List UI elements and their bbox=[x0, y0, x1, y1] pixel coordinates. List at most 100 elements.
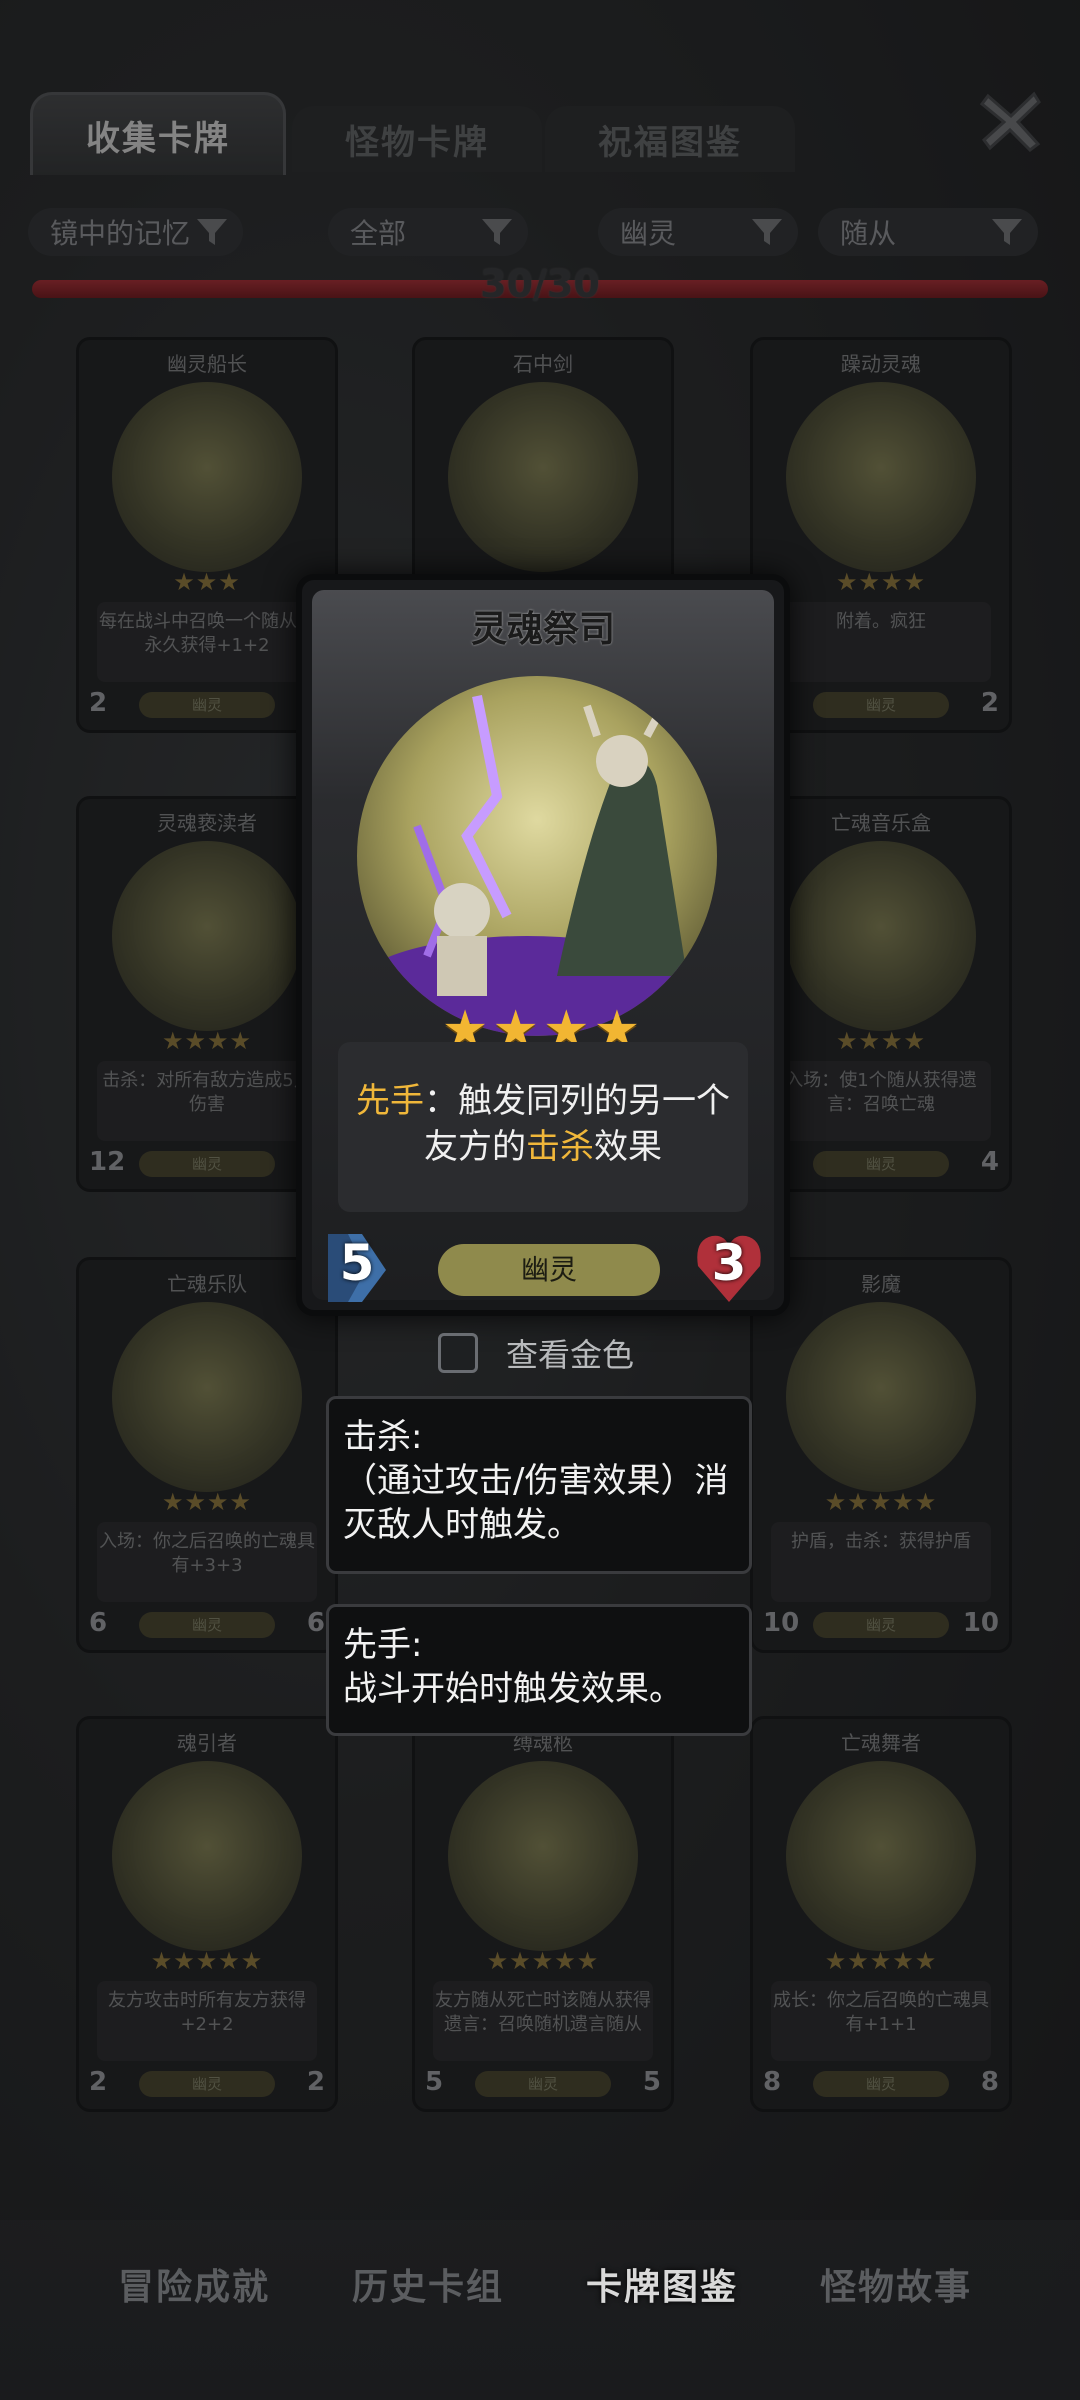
nav-monster-stories[interactable]: 怪物故事 bbox=[820, 2258, 972, 2310]
card-attack: 2 bbox=[89, 2067, 108, 2097]
card-stars: ★★★★ bbox=[835, 1027, 927, 1055]
health-value: 3 bbox=[711, 1234, 747, 1292]
card-attack: 6 bbox=[89, 1608, 108, 1638]
view-gold-label: 查看金色 bbox=[506, 1336, 635, 1374]
checkbox[interactable] bbox=[438, 1333, 478, 1373]
tooltip-body: 战斗开始时触发效果。 bbox=[343, 1669, 683, 1709]
tab-blessing-codex[interactable]: 祝福图鉴 bbox=[545, 106, 795, 172]
card-health: 6 bbox=[306, 1608, 325, 1638]
card-health: 5 bbox=[642, 2067, 661, 2097]
card-stars: ★★★★★ bbox=[150, 1947, 264, 1975]
card-health: 2 bbox=[306, 2067, 325, 2097]
card-health: 2 bbox=[980, 688, 999, 718]
card-description: 成长：你之后召唤的亡魂具有+1+1 bbox=[771, 1981, 991, 2061]
featured-card-description: 先手：触发同列的另一个友方的击杀效果 bbox=[338, 1042, 748, 1212]
filter-tribe[interactable]: 幽灵 bbox=[598, 208, 798, 256]
nav-card-codex[interactable]: 卡牌图鉴 bbox=[586, 2258, 738, 2310]
card-name: 亡魂音乐盒 bbox=[831, 811, 931, 835]
card-description: 友方随从死亡时该随从获得遗言：召唤随机遗言随从 bbox=[433, 1981, 653, 2061]
card-art bbox=[112, 841, 302, 1031]
tooltip-body: （通过攻击/伤害效果）消灭敌人时触发。 bbox=[343, 1461, 729, 1545]
card-health: 10 bbox=[962, 1608, 999, 1638]
card-art bbox=[112, 1302, 302, 1492]
funnel-icon bbox=[752, 219, 782, 245]
tooltip-title: 先手: bbox=[343, 1625, 423, 1665]
collection-card[interactable]: 影魔 ★★★★★ 护盾，击杀：获得护盾幽灵 10 10 bbox=[750, 1257, 1012, 1653]
card-name: 亡魂舞者 bbox=[841, 1731, 921, 1755]
card-health: 4 bbox=[980, 1147, 999, 1177]
filter-set-label: 镜中的记忆 bbox=[50, 217, 191, 250]
card-name: 魂引者 bbox=[177, 1731, 237, 1755]
keyword-first-strike: 先手 bbox=[356, 1081, 424, 1121]
tab-monster-cards[interactable]: 怪物卡牌 bbox=[292, 106, 542, 172]
card-tribe-tag: 幽灵 bbox=[813, 1612, 949, 1638]
card-name: 躁动灵魂 bbox=[841, 352, 921, 376]
featured-card-name: 灵魂祭司 bbox=[470, 609, 615, 650]
keyword-tooltip-kill: 击杀: （通过攻击/伤害效果）消灭敌人时触发。 bbox=[326, 1396, 752, 1574]
collection-card[interactable]: 魂引者 ★★★★★ 友方攻击时所有友方获得+2+2 幽灵 2 2 bbox=[76, 1716, 338, 2112]
filter-type-label: 随从 bbox=[840, 217, 897, 250]
card-stars: ★★★★★ bbox=[824, 1947, 938, 1975]
card-description: 入场：你之后召唤的亡魂具有+3+3 bbox=[97, 1522, 317, 1602]
card-stars: ★★★★★ bbox=[486, 1947, 600, 1975]
close-icon[interactable] bbox=[976, 86, 1046, 156]
funnel-icon bbox=[482, 219, 512, 245]
collection-card[interactable]: 亡魂乐队 ★★★★ 入场：你之后召唤的亡魂具有+3+3 幽灵 6 6 bbox=[76, 1257, 338, 1653]
card-tribe-tag: 幽灵 bbox=[813, 2071, 949, 2097]
featured-card[interactable]: 灵魂祭司 ★★★★ 先手：触发同列的另一个友方的击杀效果 5 幽灵 3 bbox=[296, 574, 790, 1316]
card-tribe-tag: 幽灵 bbox=[139, 1151, 275, 1177]
funnel-icon bbox=[992, 219, 1022, 245]
card-tribe-tag: 幽灵 bbox=[475, 2071, 611, 2097]
collection-card[interactable]: 缚魂柩 ★★★★★ 友方随从死亡时该随从获得遗言：召唤随机遗言随从 幽灵 5 5 bbox=[412, 1716, 674, 2112]
card-tribe-tag: 幽灵 bbox=[139, 692, 275, 718]
card-tribe-tag: 幽灵 bbox=[139, 2071, 275, 2097]
tooltip-title: 击杀: bbox=[343, 1417, 423, 1457]
card-art bbox=[112, 1761, 302, 1951]
card-name: 影魔 bbox=[861, 1272, 901, 1296]
card-description: 每在战斗中召唤一个随从，永久获得+1+2 bbox=[97, 602, 317, 682]
card-tribe-tag: 幽灵 bbox=[813, 692, 949, 718]
keyword-tooltip-first-strike: 先手: 战斗开始时触发效果。 bbox=[326, 1604, 752, 1736]
nav-adventure-achievements[interactable]: 冒险成就 bbox=[118, 2258, 270, 2310]
card-description: 友方攻击时所有友方获得+2+2 bbox=[97, 1981, 317, 2061]
featured-card-tribe-tag: 幽灵 bbox=[438, 1244, 660, 1296]
card-attack: 8 bbox=[763, 2067, 782, 2097]
featured-card-health: 3 bbox=[694, 1230, 764, 1306]
card-health: 8 bbox=[980, 2067, 999, 2097]
filter-type[interactable]: 随从 bbox=[818, 208, 1038, 256]
bottom-nav: 冒险成就 历史卡组 卡牌图鉴 怪物故事 bbox=[0, 2220, 1080, 2400]
view-gold-toggle[interactable]: 查看金色 bbox=[438, 1330, 678, 1376]
card-art bbox=[786, 1302, 976, 1492]
card-description: 附着。疯狂 bbox=[771, 602, 991, 682]
attack-value: 5 bbox=[339, 1234, 375, 1292]
card-description: 护盾，击杀：获得护盾 bbox=[771, 1522, 991, 1602]
filter-set[interactable]: 镜中的记忆 bbox=[28, 208, 243, 256]
card-tribe-tag: 幽灵 bbox=[813, 1151, 949, 1177]
filter-rarity[interactable]: 全部 bbox=[328, 208, 528, 256]
card-art bbox=[786, 841, 976, 1031]
card-art bbox=[448, 382, 638, 572]
tab-collect-cards[interactable]: 收集卡牌 bbox=[30, 92, 286, 175]
card-stars: ★★★★ bbox=[161, 1488, 253, 1516]
featured-card-attack: 5 bbox=[322, 1230, 392, 1306]
card-stars: ★★★★★ bbox=[824, 1488, 938, 1516]
card-attack: 2 bbox=[89, 688, 108, 718]
desc-text-2: 效果 bbox=[594, 1127, 662, 1167]
tab-bar: 收集卡牌 怪物卡牌 祝福图鉴 bbox=[30, 92, 795, 175]
card-art bbox=[112, 382, 302, 572]
card-art bbox=[786, 1761, 976, 1951]
funnel-icon bbox=[197, 219, 227, 245]
featured-card-art bbox=[357, 676, 717, 1036]
card-attack: 5 bbox=[425, 2067, 444, 2097]
nav-deck-history[interactable]: 历史卡组 bbox=[352, 2258, 504, 2310]
keyword-kill: 击杀 bbox=[526, 1127, 594, 1167]
collection-card[interactable]: 亡魂舞者 ★★★★★ 成长：你之后召唤的亡魂具有+1+1 幽灵 8 8 bbox=[750, 1716, 1012, 2112]
card-tribe-tag: 幽灵 bbox=[139, 1612, 275, 1638]
filter-tribe-label: 幽灵 bbox=[620, 217, 677, 250]
collection-progress-text: 30/30 bbox=[480, 262, 600, 306]
card-attack: 10 bbox=[763, 1608, 800, 1638]
card-stars: ★★★★ bbox=[835, 568, 927, 596]
filter-rarity-label: 全部 bbox=[350, 217, 407, 250]
card-attack: 12 bbox=[89, 1147, 126, 1177]
card-description: 入场：使1个随从获得遗言：召唤亡魂 bbox=[771, 1061, 991, 1141]
